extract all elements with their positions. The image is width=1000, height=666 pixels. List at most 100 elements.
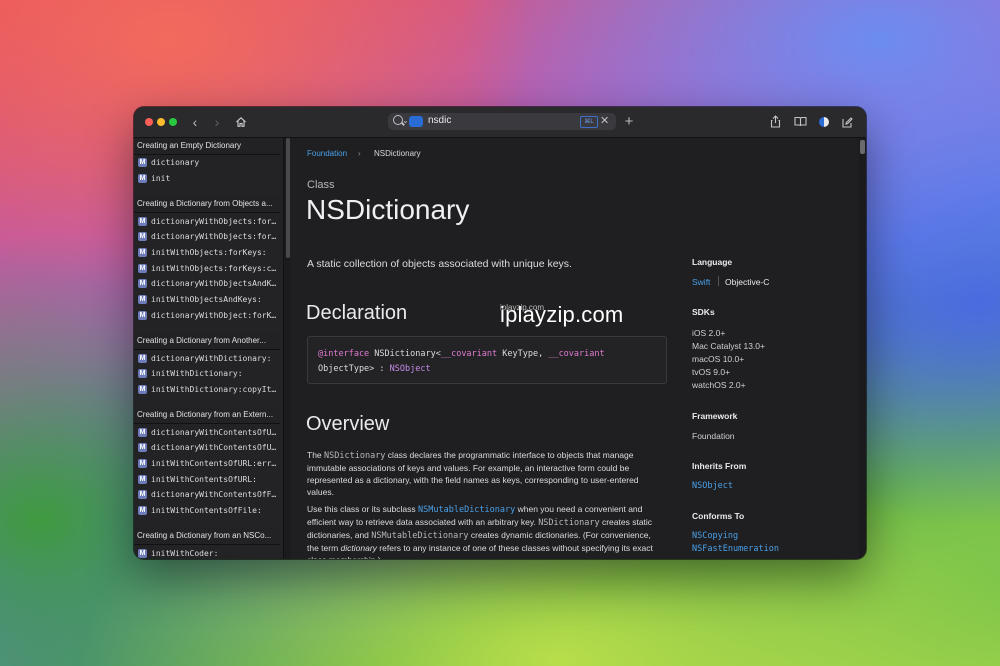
method-badge-icon: M — [138, 353, 147, 363]
sidebar-scrollbar[interactable] — [286, 138, 290, 258]
watermark: iplayzip.com — [500, 302, 624, 327]
sidebar-item-label: initWithObjects:forKeys: — [151, 248, 267, 258]
nsmutabledictionary-link[interactable]: NSMutableDictionary — [418, 505, 515, 515]
breadcrumb-separator: › — [358, 149, 361, 158]
chevron-down-icon[interactable]: ⌄ — [402, 116, 409, 125]
conforms-nscopying-link[interactable]: NSCopying — [692, 531, 738, 541]
sidebar-group-title[interactable]: Creating a Dictionary from an Extern... — [134, 407, 280, 425]
conforms-nsfastenumeration-link[interactable]: NSFastEnumeration — [692, 544, 779, 554]
sdk-item: macOS 10.0+ — [692, 354, 745, 364]
toolbar: ‹ › ⌄ nsdic ⌘L ✕ + — [134, 107, 866, 138]
sidebar-item[interactable]: MdictionaryWithObjects:for… — [134, 213, 283, 229]
forward-icon[interactable]: › — [211, 113, 223, 131]
zoom-window-button[interactable] — [169, 118, 177, 126]
sidebar-item[interactable]: MdictionaryWithContentsOfF… — [134, 487, 283, 503]
sidebar-group-title[interactable]: Creating a Dictionary from an NSCo... — [134, 528, 280, 546]
method-badge-icon: M — [138, 443, 147, 453]
abstract-text: A static collection of objects associate… — [307, 258, 572, 270]
framework-value: Foundation — [692, 431, 735, 441]
sidebar-item[interactable]: MinitWithContentsOfURL:err… — [134, 456, 283, 472]
superclass-link[interactable]: NSObject — [390, 364, 431, 374]
clear-search-icon[interactable]: ✕ — [600, 114, 609, 127]
sidebar-item-label: init — [151, 174, 171, 184]
main-content: Foundation › NSDictionary Class NSDictio… — [291, 138, 857, 559]
sidebar-item[interactable]: MdictionaryWithObject:forK… — [134, 308, 283, 324]
back-icon[interactable]: ‹ — [189, 113, 201, 131]
conforms-heading: Conforms To — [692, 511, 745, 521]
app-window: ‹ › ⌄ nsdic ⌘L ✕ + Creating an Empty Dic… — [134, 107, 866, 559]
method-badge-icon: M — [138, 548, 147, 558]
method-badge-icon: M — [138, 248, 147, 258]
sidebar-item-label: dictionaryWithObjects:for… — [151, 232, 277, 242]
sdk-item: watchOS 2.0+ — [692, 380, 746, 390]
para-emphasis: dictionary — [340, 543, 377, 553]
sidebar-item[interactable]: Minit — [134, 171, 283, 187]
shortcut-badge: ⌘L — [580, 116, 598, 128]
method-badge-icon: M — [138, 369, 147, 379]
sidebar-item-label: initWithDictionary:copyIt… — [151, 384, 277, 394]
sidebar-item[interactable]: MinitWithDictionary:copyIt… — [134, 382, 283, 398]
sidebar-item[interactable]: MinitWithObjects:forKeys: — [134, 245, 283, 261]
sidebar-item[interactable]: MinitWithContentsOfFile: — [134, 503, 283, 519]
overview-heading: Overview — [306, 413, 390, 435]
sidebar-item-label: initWithContentsOfFile: — [151, 506, 262, 516]
sidebar-item[interactable]: MinitWithDictionary: — [134, 366, 283, 382]
method-badge-icon: M — [138, 506, 147, 516]
symbol-kind: Class — [307, 179, 335, 191]
code-inline: NSDictionary — [324, 451, 386, 461]
method-badge-icon: M — [138, 158, 147, 168]
home-icon[interactable] — [233, 113, 249, 131]
language-heading: Language — [692, 257, 733, 267]
sidebar-item[interactable]: MinitWithContentsOfURL: — [134, 471, 283, 487]
share-icon[interactable] — [768, 113, 782, 131]
sdk-item: tvOS 9.0+ — [692, 367, 731, 377]
method-badge-icon: M — [138, 263, 147, 273]
content-scrollbar-thumb[interactable] — [860, 140, 865, 154]
sidebar-item[interactable]: MdictionaryWithContentsOfU… — [134, 440, 283, 456]
sidebar-group-title[interactable]: Creating a Dictionary from Objects a... — [134, 196, 280, 214]
sidebar: Creating an Empty Dictionary Mdictionary M… — [134, 138, 284, 559]
sidebar-item[interactable]: MinitWithCoder: — [134, 545, 283, 559]
sidebar-item[interactable]: MdictionaryWithContentsOfU… — [134, 424, 283, 440]
close-window-button[interactable] — [145, 118, 153, 126]
search-field[interactable]: ⌄ nsdic ⌘L ✕ — [388, 113, 616, 130]
language-swift-link[interactable]: Swift — [692, 277, 710, 287]
breadcrumb-foundation[interactable]: Foundation — [307, 149, 347, 158]
code-inline: NSMutableDictionary — [371, 531, 469, 541]
overview-paragraph: The NSDictionary class declares the prog… — [307, 449, 663, 498]
sidebar-item[interactable]: MdictionaryWithObjectsAndK… — [134, 276, 283, 292]
minimize-window-button[interactable] — [157, 118, 165, 126]
sidebar-item[interactable]: MinitWithObjects:forKeys:c… — [134, 260, 283, 276]
sidebar-group-title[interactable]: Creating a Dictionary from Another... — [134, 333, 280, 351]
appearance-toggle-icon[interactable] — [819, 117, 829, 127]
sidebar-item-label: dictionaryWithObjectsAndK… — [151, 279, 277, 289]
sidebar-item[interactable]: Mdictionary — [134, 155, 283, 171]
method-badge-icon: M — [138, 295, 147, 305]
sidebar-item-label: dictionaryWithObject:forK… — [151, 310, 277, 320]
sidebar-item[interactable]: MdictionaryWithObjects:for… — [134, 229, 283, 245]
sidebar-item-label: dictionaryWithObjects:for… — [151, 216, 277, 226]
edit-icon[interactable] — [840, 113, 854, 131]
sidebar-item[interactable]: MinitWithObjectsAndKeys: — [134, 292, 283, 308]
search-input[interactable]: nsdic — [428, 115, 451, 126]
para-text: The — [307, 450, 325, 460]
sidebar-item-label: dictionaryWithDictionary: — [151, 353, 272, 363]
scope-apple-icon[interactable] — [409, 116, 423, 127]
sidebar-item-label: initWithObjectsAndKeys: — [151, 295, 262, 305]
new-tab-icon[interactable]: + — [622, 113, 636, 131]
language-objc: Objective-C — [725, 277, 770, 287]
sidebar-item-label: initWithObjects:forKeys:c… — [151, 263, 277, 273]
sidebar-item[interactable]: MdictionaryWithDictionary: — [134, 350, 283, 366]
method-badge-icon: M — [138, 458, 147, 468]
content-scrollbar[interactable] — [859, 138, 866, 559]
sidebar-item-label: dictionaryWithContentsOfU… — [151, 443, 277, 453]
book-icon[interactable] — [792, 113, 808, 131]
sidebar-item-label: dictionaryWithContentsOfF… — [151, 490, 277, 500]
sidebar-group-title[interactable]: Creating an Empty Dictionary — [134, 138, 280, 155]
code-text: ObjectType> : — [318, 364, 390, 374]
method-badge-icon: M — [138, 310, 147, 320]
method-badge-icon: M — [138, 384, 147, 394]
inherits-nsobject-link[interactable]: NSObject — [692, 481, 733, 491]
code-keyword: @interface — [318, 349, 370, 359]
